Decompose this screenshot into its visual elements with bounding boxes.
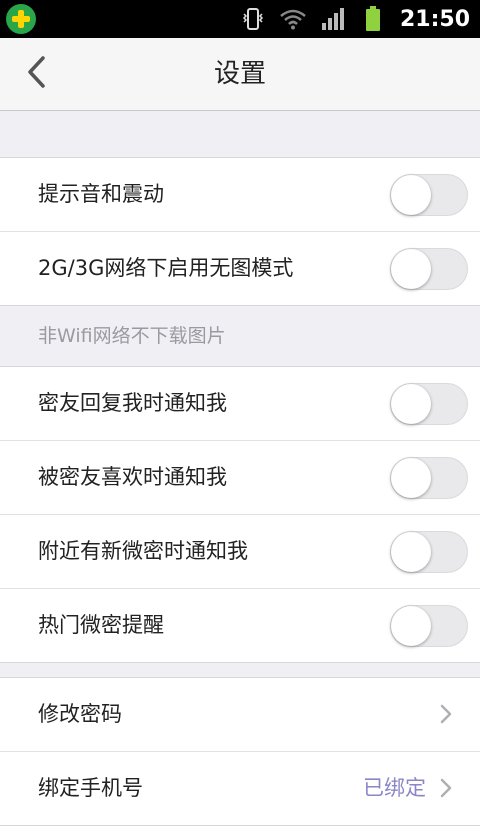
clock: 21:50 xyxy=(399,6,470,32)
setting-label: 绑定手机号 xyxy=(38,776,143,800)
page-title: 设置 xyxy=(213,59,266,89)
setting-label: 提示音和震动 xyxy=(38,182,164,206)
setting-label: 热门微密提醒 xyxy=(38,613,164,637)
settings-group-notifications: 密友回复我时通知我 被密友喜欢时通知我 附近有新微密时通知我 热门微密提醒 xyxy=(0,366,480,663)
chevron-right-icon xyxy=(436,778,456,798)
setting-label: 修改密码 xyxy=(38,702,122,726)
section-hint: 非Wifi网络不下载图片 xyxy=(38,325,226,347)
vibrate-icon xyxy=(240,7,266,31)
status-bar: 21:50 xyxy=(0,0,480,38)
like-notify-toggle[interactable] xyxy=(390,457,468,499)
settings-group-sound: 提示音和震动 2G/3G网络下启用无图模式 xyxy=(0,157,480,306)
setting-row-hot-reminder[interactable]: 热门微密提醒 xyxy=(0,589,480,662)
signal-icon xyxy=(320,7,346,31)
setting-row-nearby-notify[interactable]: 附近有新微密时通知我 xyxy=(0,515,480,589)
setting-row-sound-vibrate[interactable]: 提示音和震动 xyxy=(0,158,480,232)
hot-reminder-toggle[interactable] xyxy=(390,605,468,647)
app-logo-icon xyxy=(6,4,36,34)
setting-label: 密友回复我时通知我 xyxy=(38,391,227,415)
bind-status-value: 已绑定 xyxy=(363,776,426,800)
chevron-right-icon xyxy=(436,704,456,724)
battery-icon xyxy=(360,6,386,31)
header: 设置 xyxy=(0,38,480,111)
setting-label: 被密友喜欢时通知我 xyxy=(38,465,227,489)
setting-row-change-password[interactable]: 修改密码 xyxy=(0,678,480,752)
setting-label: 2G/3G网络下启用无图模式 xyxy=(38,256,294,280)
nearby-notify-toggle[interactable] xyxy=(390,531,468,573)
wifi-icon xyxy=(280,7,306,31)
setting-row-reply-notify[interactable]: 密友回复我时通知我 xyxy=(0,367,480,441)
setting-row-like-notify[interactable]: 被密友喜欢时通知我 xyxy=(0,441,480,515)
setting-row-bind-phone[interactable]: 绑定手机号 已绑定 xyxy=(0,752,480,825)
reply-notify-toggle[interactable] xyxy=(390,383,468,425)
sound-vibrate-toggle[interactable] xyxy=(390,174,468,216)
no-image-mode-toggle[interactable] xyxy=(390,248,468,290)
setting-label: 附近有新微密时通知我 xyxy=(38,539,248,563)
setting-row-no-image-mode[interactable]: 2G/3G网络下启用无图模式 xyxy=(0,232,480,305)
settings-group-account: 修改密码 绑定手机号 已绑定 xyxy=(0,677,480,826)
